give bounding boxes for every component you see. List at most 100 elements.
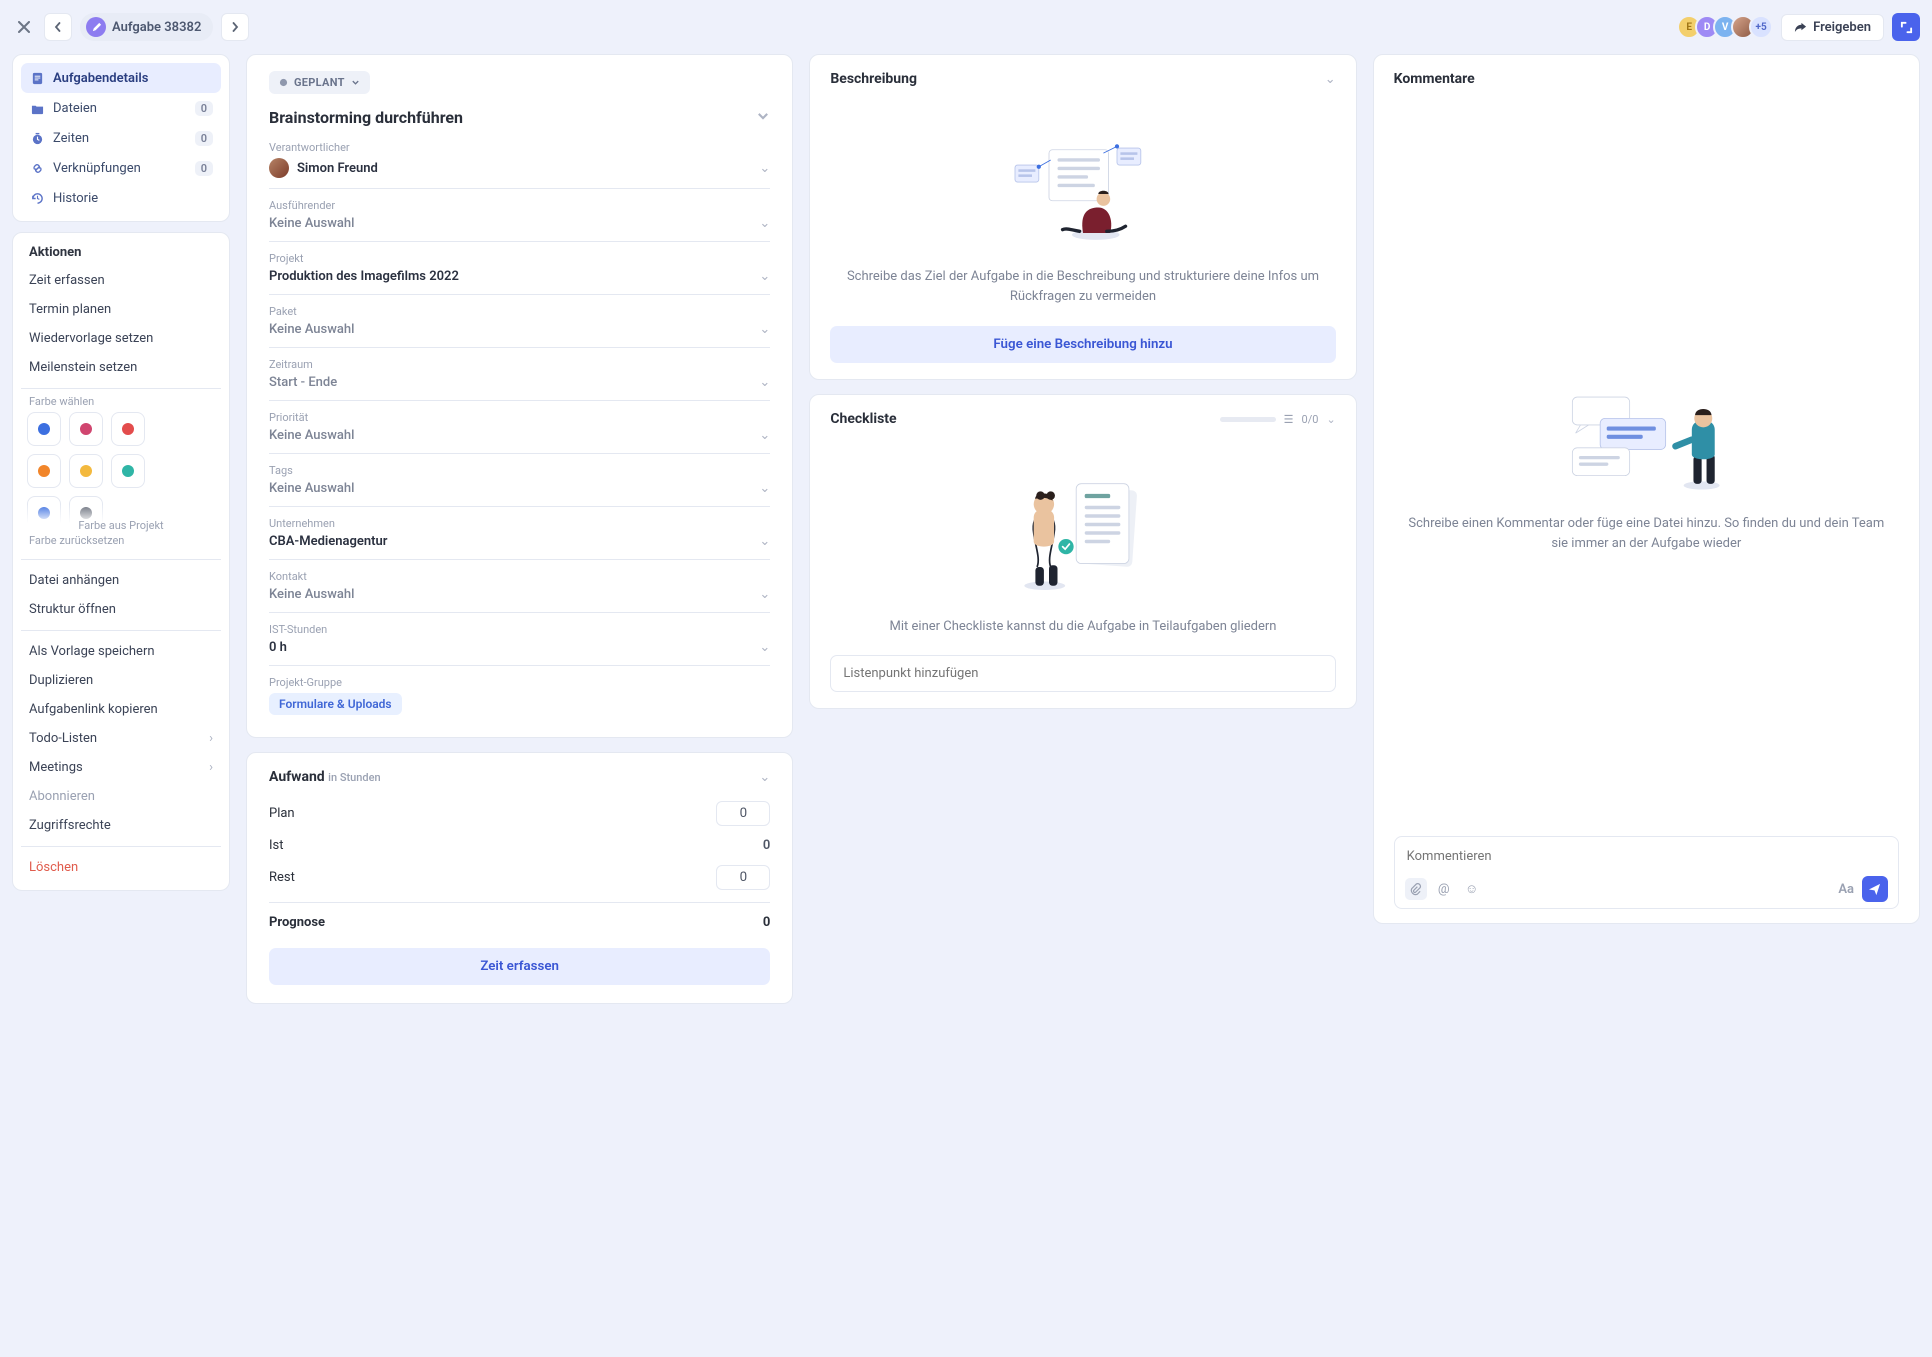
chevron-down-icon: ⌄ bbox=[759, 269, 770, 284]
color-swatch[interactable] bbox=[69, 412, 103, 446]
description-title: Beschreibung bbox=[830, 71, 917, 87]
color-label: Farbe wählen bbox=[21, 395, 221, 412]
top-bar: Aufgabe 38382 E D V +5 Freigeben bbox=[12, 10, 1920, 44]
nav-badge: 0 bbox=[195, 101, 213, 116]
nav-files[interactable]: Dateien 0 bbox=[21, 93, 221, 123]
nav-label: Verknüpfungen bbox=[53, 161, 141, 176]
action-reminder[interactable]: Wiedervorlage setzen bbox=[21, 324, 221, 353]
folder-icon bbox=[29, 100, 45, 116]
nav-label: Aufgabendetails bbox=[53, 71, 148, 86]
breadcrumb[interactable]: Aufgabe 38382 bbox=[80, 13, 213, 41]
status-select[interactable]: GEPLANT bbox=[269, 71, 370, 94]
close-button[interactable] bbox=[12, 13, 36, 41]
nav-label: Historie bbox=[53, 191, 98, 206]
action-subscribe[interactable]: Abonnieren bbox=[21, 782, 221, 811]
document-icon bbox=[29, 70, 45, 86]
nav-links[interactable]: Verknüpfungen 0 bbox=[21, 153, 221, 183]
add-description-button[interactable]: Füge eine Beschreibung hinzu bbox=[830, 326, 1335, 363]
color-swatch[interactable] bbox=[111, 454, 145, 488]
color-swatch[interactable] bbox=[111, 412, 145, 446]
field-priority[interactable]: Priorität Keine Auswahl⌄ bbox=[269, 401, 770, 454]
action-duplicate[interactable]: Duplizieren bbox=[21, 666, 221, 695]
attach-icon[interactable] bbox=[1405, 878, 1427, 900]
action-todo-lists[interactable]: Todo-Listen› bbox=[21, 724, 221, 753]
share-icon bbox=[1794, 21, 1807, 34]
track-time-button[interactable]: Zeit erfassen bbox=[269, 948, 770, 985]
chevron-down-icon: ⌄ bbox=[759, 161, 770, 176]
group-chip[interactable]: Formulare & Uploads bbox=[269, 693, 402, 715]
avatar bbox=[269, 158, 289, 178]
link-icon bbox=[29, 160, 45, 176]
avatar-more[interactable]: +5 bbox=[1749, 15, 1773, 39]
format-toggle[interactable]: Aa bbox=[1838, 882, 1854, 897]
nav-prev-button[interactable] bbox=[44, 13, 72, 41]
emoji-icon[interactable]: ☺ bbox=[1461, 878, 1483, 900]
comments-illustration-icon bbox=[1556, 378, 1736, 498]
chevron-right-icon: › bbox=[209, 760, 213, 775]
action-delete[interactable]: Löschen bbox=[21, 853, 221, 882]
action-schedule[interactable]: Termin planen bbox=[21, 295, 221, 324]
field-company[interactable]: Unternehmen CBA-Medienagentur⌄ bbox=[269, 507, 770, 560]
effort-rest-input[interactable] bbox=[716, 865, 770, 890]
checklist-illustration-icon bbox=[998, 463, 1168, 603]
action-attach-file[interactable]: Datei anhängen bbox=[21, 566, 221, 595]
field-actual-hours[interactable]: IST-Stunden 0 h⌄ bbox=[269, 613, 770, 666]
status-dot-icon bbox=[279, 78, 288, 87]
checklist-title: Checkliste bbox=[830, 411, 896, 427]
comment-input[interactable] bbox=[1405, 845, 1888, 868]
field-period[interactable]: Zeitraum Start - Ende⌄ bbox=[269, 348, 770, 401]
share-button[interactable]: Freigeben bbox=[1781, 14, 1884, 41]
color-from-project[interactable]: Farbe aus Projekt bbox=[21, 504, 221, 532]
chevron-down-icon[interactable]: ⌄ bbox=[1326, 413, 1335, 426]
comments-title: Kommentare bbox=[1394, 71, 1899, 87]
field-project[interactable]: Projekt Produktion des Imagefilms 2022⌄ bbox=[269, 242, 770, 295]
nav-label: Zeiten bbox=[53, 131, 89, 146]
chevron-down-icon[interactable]: ⌄ bbox=[1325, 72, 1336, 87]
nav-history[interactable]: Historie bbox=[21, 183, 221, 213]
list-icon: ☰ bbox=[1284, 413, 1294, 426]
breadcrumb-label: Aufgabe 38382 bbox=[112, 20, 201, 35]
field-package[interactable]: Paket Keine Auswahl⌄ bbox=[269, 295, 770, 348]
checklist-empty-state: Mit einer Checkliste kannst du die Aufga… bbox=[830, 433, 1335, 647]
history-icon bbox=[29, 190, 45, 206]
field-responsible[interactable]: Verantwortlicher Simon Freund ⌄ bbox=[269, 131, 770, 189]
field-tags[interactable]: Tags Keine Auswahl⌄ bbox=[269, 454, 770, 507]
chevron-down-icon: ⌄ bbox=[759, 534, 770, 549]
checklist-add-input[interactable] bbox=[830, 655, 1335, 692]
action-milestone[interactable]: Meilenstein setzen bbox=[21, 353, 221, 382]
effort-title: Aufwand bbox=[269, 769, 325, 785]
nav-times[interactable]: Zeiten 0 bbox=[21, 123, 221, 153]
mention-icon[interactable]: @ bbox=[1433, 878, 1455, 900]
field-contact[interactable]: Kontakt Keine Auswahl⌄ bbox=[269, 560, 770, 613]
checklist-counter: 0/0 bbox=[1302, 413, 1319, 426]
status-label: GEPLANT bbox=[294, 76, 345, 89]
send-button[interactable] bbox=[1862, 876, 1888, 902]
task-title[interactable]: Brainstorming durchführen bbox=[269, 108, 748, 127]
action-open-structure[interactable]: Struktur öffnen bbox=[21, 595, 221, 624]
color-swatch[interactable] bbox=[27, 412, 61, 446]
checklist-progress bbox=[1220, 417, 1276, 422]
field-executor[interactable]: Ausführender Keine Auswahl⌄ bbox=[269, 189, 770, 242]
chevron-down-icon: ⌄ bbox=[759, 322, 770, 337]
color-swatch[interactable] bbox=[69, 454, 103, 488]
color-swatch[interactable] bbox=[27, 454, 61, 488]
color-reset[interactable]: Farbe zurücksetzen bbox=[21, 534, 221, 553]
chevron-down-icon[interactable]: ⌄ bbox=[759, 770, 770, 785]
chevron-down-icon: ⌄ bbox=[759, 640, 770, 655]
chevron-down-icon: ⌄ bbox=[759, 216, 770, 231]
chevron-down-icon[interactable] bbox=[756, 109, 770, 127]
action-permissions[interactable]: Zugriffsrechte bbox=[21, 811, 221, 840]
participant-avatars[interactable]: E D V +5 bbox=[1677, 15, 1773, 39]
nav-task-details[interactable]: Aufgabendetails bbox=[21, 63, 221, 93]
action-copy-link[interactable]: Aufgabenlink kopieren bbox=[21, 695, 221, 724]
expand-button[interactable] bbox=[1892, 13, 1920, 41]
task-form: GEPLANT Brainstorming durchführen Verant… bbox=[246, 54, 793, 738]
action-save-template[interactable]: Als Vorlage speichern bbox=[21, 637, 221, 666]
action-track-time[interactable]: Zeit erfassen bbox=[21, 266, 221, 295]
nav-badge: 0 bbox=[195, 161, 213, 176]
effort-plan-input[interactable] bbox=[716, 801, 770, 826]
chevron-down-icon: ⌄ bbox=[759, 587, 770, 602]
nav-next-button[interactable] bbox=[221, 13, 249, 41]
action-meetings[interactable]: Meetings› bbox=[21, 753, 221, 782]
description-panel: Beschreibung ⌄ Schre bbox=[809, 54, 1356, 380]
